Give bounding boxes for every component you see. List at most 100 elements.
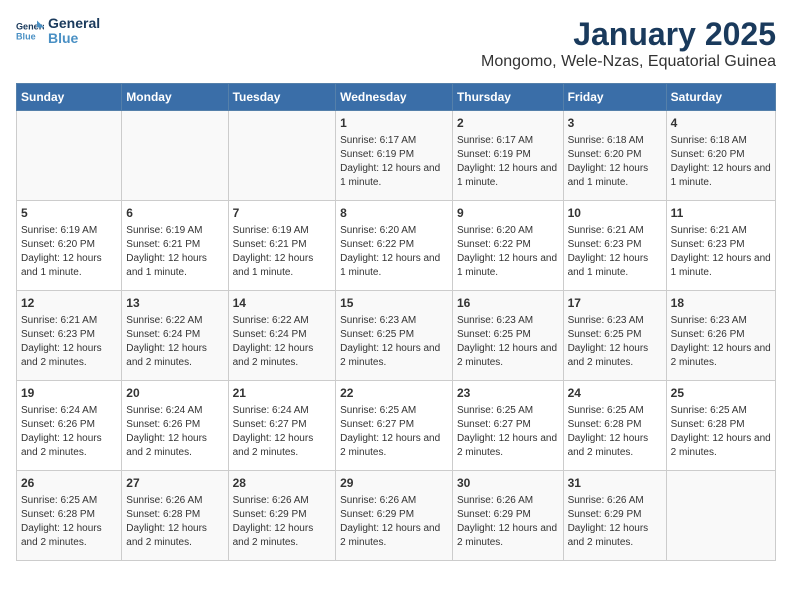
col-header-sunday: Sunday (17, 84, 122, 111)
day-number: 17 (568, 295, 662, 312)
day-number: 5 (21, 205, 117, 222)
calendar-cell (228, 111, 336, 201)
title-section: January 2025 Mongomo, Wele-Nzas, Equator… (481, 16, 776, 71)
logo-line2: Blue (48, 31, 100, 46)
calendar-cell (666, 471, 775, 561)
day-number: 7 (233, 205, 332, 222)
day-number: 13 (126, 295, 223, 312)
calendar-cell: 31 Sunrise: 6:26 AM Sunset: 6:29 PM Dayli… (563, 471, 666, 561)
calendar-week-3: 12 Sunrise: 6:21 AM Sunset: 6:23 PM Dayli… (17, 291, 776, 381)
svg-text:Blue: Blue (16, 32, 36, 42)
col-header-friday: Friday (563, 84, 666, 111)
day-info: Sunrise: 6:26 AM Sunset: 6:28 PM Dayligh… (126, 494, 223, 550)
calendar-cell: 5 Sunrise: 6:19 AM Sunset: 6:20 PM Daylig… (17, 201, 122, 291)
day-info: Sunrise: 6:17 AM Sunset: 6:19 PM Dayligh… (457, 134, 559, 190)
day-number: 11 (671, 205, 771, 222)
calendar-week-4: 19 Sunrise: 6:24 AM Sunset: 6:26 PM Dayli… (17, 381, 776, 471)
day-info: Sunrise: 6:25 AM Sunset: 6:28 PM Dayligh… (671, 404, 771, 460)
calendar-cell (17, 111, 122, 201)
day-number: 1 (340, 115, 448, 132)
calendar-cell: 26 Sunrise: 6:25 AM Sunset: 6:28 PM Dayli… (17, 471, 122, 561)
top-row: General Blue General Blue January 2025 M… (16, 16, 776, 75)
logo: General Blue General Blue (16, 16, 100, 47)
day-number: 20 (126, 385, 223, 402)
calendar-cell: 11Sunrise: 6:21 AM Sunset: 6:23 PM Dayli… (666, 201, 775, 291)
day-info: Sunrise: 6:25 AM Sunset: 6:28 PM Dayligh… (568, 404, 662, 460)
day-number: 2 (457, 115, 559, 132)
day-info: Sunrise: 6:25 AM Sunset: 6:28 PM Dayligh… (21, 494, 117, 550)
day-number: 18 (671, 295, 771, 312)
day-number: 25 (671, 385, 771, 402)
day-number: 31 (568, 475, 662, 492)
col-header-monday: Monday (122, 84, 228, 111)
day-number: 16 (457, 295, 559, 312)
day-number: 26 (21, 475, 117, 492)
day-number: 8 (340, 205, 448, 222)
calendar-cell: 12 Sunrise: 6:21 AM Sunset: 6:23 PM Dayli… (17, 291, 122, 381)
day-info: Sunrise: 6:21 AM Sunset: 6:23 PM Dayligh… (21, 314, 117, 370)
calendar-week-2: 5 Sunrise: 6:19 AM Sunset: 6:20 PM Daylig… (17, 201, 776, 291)
calendar-cell: 6 Sunrise: 6:19 AM Sunset: 6:21 PM Daylig… (122, 201, 228, 291)
calendar-cell: 29 Sunrise: 6:26 AM Sunset: 6:29 PM Dayli… (336, 471, 453, 561)
main-title: January 2025 (481, 16, 776, 53)
day-info: Sunrise: 6:22 AM Sunset: 6:24 PM Dayligh… (233, 314, 332, 370)
day-info: Sunrise: 6:25 AM Sunset: 6:27 PM Dayligh… (457, 404, 559, 460)
day-number: 12 (21, 295, 117, 312)
calendar-cell: 8 Sunrise: 6:20 AM Sunset: 6:22 PM Daylig… (336, 201, 453, 291)
day-info: Sunrise: 6:26 AM Sunset: 6:29 PM Dayligh… (233, 494, 332, 550)
calendar-cell: 1 Sunrise: 6:17 AM Sunset: 6:19 PM Daylig… (336, 111, 453, 201)
calendar-cell: 21 Sunrise: 6:24 AM Sunset: 6:27 PM Dayli… (228, 381, 336, 471)
calendar-cell: 3Sunrise: 6:18 AM Sunset: 6:20 PM Daylig… (563, 111, 666, 201)
day-info: Sunrise: 6:19 AM Sunset: 6:20 PM Dayligh… (21, 224, 117, 280)
day-info: Sunrise: 6:23 AM Sunset: 6:25 PM Dayligh… (457, 314, 559, 370)
day-info: Sunrise: 6:24 AM Sunset: 6:26 PM Dayligh… (126, 404, 223, 460)
calendar-cell: 28 Sunrise: 6:26 AM Sunset: 6:29 PM Dayli… (228, 471, 336, 561)
day-number: 9 (457, 205, 559, 222)
day-number: 6 (126, 205, 223, 222)
day-number: 29 (340, 475, 448, 492)
day-info: Sunrise: 6:24 AM Sunset: 6:26 PM Dayligh… (21, 404, 117, 460)
day-info: Sunrise: 6:23 AM Sunset: 6:25 PM Dayligh… (340, 314, 448, 370)
calendar-cell: 24 Sunrise: 6:25 AM Sunset: 6:28 PM Dayli… (563, 381, 666, 471)
day-number: 24 (568, 385, 662, 402)
calendar-cell: 23Sunrise: 6:25 AM Sunset: 6:27 PM Dayli… (452, 381, 563, 471)
calendar-cell: 19 Sunrise: 6:24 AM Sunset: 6:26 PM Dayli… (17, 381, 122, 471)
logo-line1: General (48, 16, 100, 31)
calendar-table: SundayMondayTuesdayWednesdayThursdayFrid… (16, 83, 776, 561)
logo-icon: General Blue (16, 17, 44, 45)
calendar-cell: 20 Sunrise: 6:24 AM Sunset: 6:26 PM Dayli… (122, 381, 228, 471)
day-info: Sunrise: 6:21 AM Sunset: 6:23 PM Dayligh… (568, 224, 662, 280)
subtitle: Mongomo, Wele-Nzas, Equatorial Guinea (481, 53, 776, 71)
day-info: Sunrise: 6:18 AM Sunset: 6:20 PM Dayligh… (671, 134, 771, 190)
day-number: 27 (126, 475, 223, 492)
calendar-cell: 16 Sunrise: 6:23 AM Sunset: 6:25 PM Dayli… (452, 291, 563, 381)
day-info: Sunrise: 6:19 AM Sunset: 6:21 PM Dayligh… (126, 224, 223, 280)
day-info: Sunrise: 6:20 AM Sunset: 6:22 PM Dayligh… (340, 224, 448, 280)
col-header-thursday: Thursday (452, 84, 563, 111)
calendar-cell: 17Sunrise: 6:23 AM Sunset: 6:25 PM Dayli… (563, 291, 666, 381)
day-info: Sunrise: 6:17 AM Sunset: 6:19 PM Dayligh… (340, 134, 448, 190)
calendar-week-1: 1 Sunrise: 6:17 AM Sunset: 6:19 PM Daylig… (17, 111, 776, 201)
day-info: Sunrise: 6:26 AM Sunset: 6:29 PM Dayligh… (340, 494, 448, 550)
calendar-week-5: 26 Sunrise: 6:25 AM Sunset: 6:28 PM Dayli… (17, 471, 776, 561)
day-info: Sunrise: 6:19 AM Sunset: 6:21 PM Dayligh… (233, 224, 332, 280)
calendar-cell: 10 Sunrise: 6:21 AM Sunset: 6:23 PM Dayli… (563, 201, 666, 291)
day-number: 19 (21, 385, 117, 402)
header-row: SundayMondayTuesdayWednesdayThursdayFrid… (17, 84, 776, 111)
col-header-saturday: Saturday (666, 84, 775, 111)
day-info: Sunrise: 6:26 AM Sunset: 6:29 PM Dayligh… (568, 494, 662, 550)
day-info: Sunrise: 6:24 AM Sunset: 6:27 PM Dayligh… (233, 404, 332, 460)
day-number: 21 (233, 385, 332, 402)
day-number: 4 (671, 115, 771, 132)
day-number: 10 (568, 205, 662, 222)
day-number: 28 (233, 475, 332, 492)
calendar-cell: 25 Sunrise: 6:25 AM Sunset: 6:28 PM Dayli… (666, 381, 775, 471)
col-header-tuesday: Tuesday (228, 84, 336, 111)
calendar-cell: 13Sunrise: 6:22 AM Sunset: 6:24 PM Dayli… (122, 291, 228, 381)
day-number: 30 (457, 475, 559, 492)
day-info: Sunrise: 6:25 AM Sunset: 6:27 PM Dayligh… (340, 404, 448, 460)
calendar-cell: 14Sunrise: 6:22 AM Sunset: 6:24 PM Dayli… (228, 291, 336, 381)
day-info: Sunrise: 6:26 AM Sunset: 6:29 PM Dayligh… (457, 494, 559, 550)
calendar-cell: 9Sunrise: 6:20 AM Sunset: 6:22 PM Daylig… (452, 201, 563, 291)
calendar-cell: 18Sunrise: 6:23 AM Sunset: 6:26 PM Dayli… (666, 291, 775, 381)
